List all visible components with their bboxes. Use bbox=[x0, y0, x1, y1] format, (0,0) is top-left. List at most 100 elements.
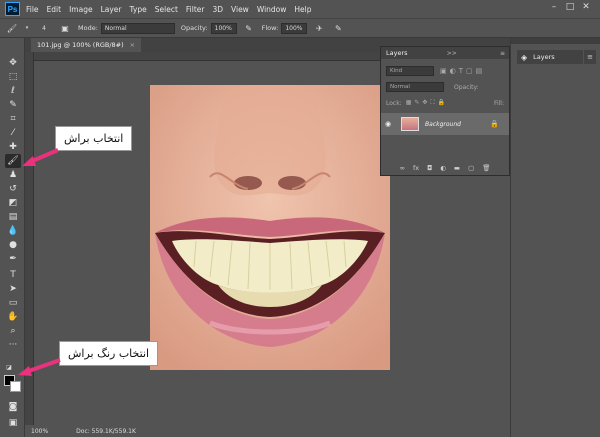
move-tool-icon[interactable]: ✥ bbox=[5, 56, 21, 70]
blur-tool-icon[interactable]: 💧 bbox=[5, 224, 21, 238]
chevron-down-icon[interactable]: ▾ bbox=[24, 22, 30, 34]
layer-name: Background bbox=[425, 120, 461, 128]
dock-header bbox=[511, 38, 600, 44]
add-mask-icon[interactable]: ◘ bbox=[427, 164, 432, 172]
menu-image[interactable]: Image bbox=[69, 5, 93, 14]
eye-icon[interactable]: ◉ bbox=[385, 120, 395, 128]
pressure-opacity-icon[interactable]: ✎ bbox=[242, 22, 256, 34]
smile-photo-illustration bbox=[150, 85, 390, 370]
menu-filter[interactable]: Filter bbox=[186, 5, 205, 14]
mode-select[interactable]: Normal bbox=[100, 22, 175, 34]
default-colors-icon[interactable]: ◪ bbox=[5, 360, 13, 374]
new-layer-icon[interactable]: ▢ bbox=[468, 164, 474, 172]
eyedropper-tool-icon[interactable]: ⁄ bbox=[5, 126, 21, 140]
status-bar: 100% Doc: 559.1K/559.1K bbox=[25, 425, 510, 437]
layer-lock-row: Lock: ▦✎✥⛶🔒 Fill: bbox=[381, 95, 509, 111]
filter-kind-select[interactable]: Kind bbox=[386, 66, 434, 76]
history-brush-tool-icon[interactable]: ↺ bbox=[5, 182, 21, 196]
eraser-tool-icon[interactable]: ◩ bbox=[5, 196, 21, 210]
maximize-button[interactable]: □ bbox=[562, 2, 578, 12]
hand-tool-icon[interactable]: ✋ bbox=[5, 310, 21, 324]
window-controls: – □ ✕ bbox=[546, 2, 594, 12]
layer-blend-row: Normal Opacity: bbox=[381, 79, 509, 95]
lock-label: Lock: bbox=[386, 99, 402, 107]
new-group-icon[interactable]: ▬ bbox=[454, 164, 460, 172]
close-tab-icon[interactable]: × bbox=[130, 41, 135, 49]
mode-label: Mode: bbox=[78, 24, 98, 32]
more-tools-icon[interactable]: ··· bbox=[5, 338, 21, 352]
right-dock: ◈ Layers ≡ bbox=[510, 38, 600, 437]
brush-size-picker[interactable]: 4 bbox=[35, 22, 53, 34]
menu-help[interactable]: Help bbox=[294, 5, 311, 14]
rectangle-tool-icon[interactable]: ▭ bbox=[5, 296, 21, 310]
menu-window[interactable]: Window bbox=[257, 5, 287, 14]
quick-select-tool-icon[interactable]: ✎ bbox=[5, 98, 21, 112]
screen-mode-icon[interactable]: ▣ bbox=[5, 416, 21, 430]
dock-menu-icon[interactable]: ≡ bbox=[584, 50, 596, 64]
zoom-tool-icon[interactable]: ⌕ bbox=[5, 324, 21, 338]
pen-tool-icon[interactable]: ✒ bbox=[5, 252, 21, 266]
trash-icon[interactable]: 🗑 bbox=[482, 164, 490, 172]
flow-input[interactable]: 100% bbox=[281, 22, 308, 34]
dock-layers-button[interactable]: ◈ Layers bbox=[517, 50, 583, 64]
menu-edit[interactable]: Edit bbox=[47, 5, 62, 14]
menu-bar: Ps File Edit Image Layer Type Select Fil… bbox=[0, 0, 600, 18]
layers-panel-header[interactable]: Layers >> ≡ bbox=[381, 47, 509, 59]
layer-thumbnail bbox=[401, 117, 419, 131]
lock-icon: 🔒 bbox=[490, 120, 499, 128]
document-tab[interactable]: 101.jpg @ 100% (RGB/8#) × bbox=[31, 38, 142, 52]
callout-brush-select: انتخاب براش bbox=[55, 126, 133, 151]
photoshop-logo: Ps bbox=[5, 2, 20, 16]
zoom-level[interactable]: 100% bbox=[31, 428, 48, 435]
doc-size-info: Doc: 559.1K/559.1K bbox=[76, 427, 136, 435]
lock-icons[interactable]: ▦✎✥⛶🔒 bbox=[406, 99, 448, 107]
document-tab-title: 101.jpg @ 100% (RGB/8#) bbox=[37, 41, 124, 49]
panel-menu-icon[interactable]: ≡ bbox=[500, 50, 505, 57]
lasso-tool-icon[interactable]: ℓ bbox=[5, 84, 21, 98]
callout-brush-color-select: انتخاب رنگ براش bbox=[59, 341, 159, 366]
menu-3d[interactable]: 3D bbox=[212, 5, 223, 14]
brush-size-value: 4 bbox=[42, 24, 46, 32]
minimize-button[interactable]: – bbox=[546, 2, 562, 12]
background-color-swatch[interactable] bbox=[10, 381, 21, 392]
adjustment-layer-icon[interactable]: ◐ bbox=[440, 164, 446, 172]
menu-view[interactable]: View bbox=[231, 5, 249, 14]
filter-icons[interactable]: ▣◐T▢▤ bbox=[440, 67, 485, 75]
quick-mask-icon[interactable]: ◙ bbox=[5, 400, 21, 414]
airbrush-icon[interactable]: ✈ bbox=[312, 22, 326, 34]
menu-file[interactable]: File bbox=[26, 5, 39, 14]
opacity-label: Opacity: bbox=[454, 83, 479, 91]
fill-label: Fill: bbox=[493, 99, 504, 107]
path-select-tool-icon[interactable]: ➤ bbox=[5, 282, 21, 296]
menu-layer[interactable]: Layer bbox=[101, 5, 122, 14]
menu-type[interactable]: Type bbox=[130, 5, 147, 14]
brush-panel-icon[interactable]: ▣ bbox=[58, 22, 72, 34]
marquee-tool-icon[interactable]: ⬚ bbox=[5, 70, 21, 84]
layers-panel: Layers >> ≡ Kind ▣◐T▢▤ Normal Opacity: L… bbox=[380, 46, 510, 176]
pressure-size-icon[interactable]: ✎ bbox=[331, 22, 345, 34]
close-window-button[interactable]: ✕ bbox=[578, 2, 594, 12]
opacity-input[interactable]: 100% bbox=[210, 22, 237, 34]
dock-layers-label: Layers bbox=[533, 53, 555, 61]
dodge-tool-icon[interactable]: ● bbox=[5, 238, 21, 252]
layers-icon: ◈ bbox=[521, 52, 528, 62]
blend-mode-select[interactable]: Normal bbox=[386, 82, 444, 92]
gradient-tool-icon[interactable]: ▤ bbox=[5, 210, 21, 224]
layer-filter-row: Kind ▣◐T▢▤ bbox=[381, 63, 509, 79]
layers-panel-footer: ∞ fx ◘ ◐ ▬ ▢ 🗑 bbox=[381, 161, 509, 175]
collapse-panel-button[interactable]: >> bbox=[447, 50, 457, 57]
clone-stamp-tool-icon[interactable]: ♟ bbox=[5, 168, 21, 182]
layer-row-background[interactable]: ◉ Background 🔒 bbox=[381, 113, 509, 135]
healing-brush-tool-icon[interactable]: ✚ bbox=[5, 140, 21, 154]
crop-tool-icon[interactable]: ⌗ bbox=[5, 112, 21, 126]
type-tool-icon[interactable]: T bbox=[5, 268, 21, 282]
brush-tool-icon[interactable]: 🖌 bbox=[5, 154, 21, 168]
opacity-label: Opacity: bbox=[180, 24, 208, 32]
tools-panel: ✥ ⬚ ℓ ✎ ⌗ ⁄ ✚ 🖌 ♟ ↺ ◩ ▤ 💧 ● ✒ T ➤ ▭ ✋ ⌕ … bbox=[0, 38, 25, 437]
link-layers-icon[interactable]: ∞ bbox=[400, 164, 405, 172]
brush-preset-icon[interactable]: 🖌 bbox=[5, 22, 19, 34]
menu-select[interactable]: Select bbox=[155, 5, 178, 14]
vertical-ruler[interactable] bbox=[25, 52, 34, 429]
fx-icon[interactable]: fx bbox=[413, 164, 419, 172]
document-image[interactable] bbox=[150, 85, 390, 370]
